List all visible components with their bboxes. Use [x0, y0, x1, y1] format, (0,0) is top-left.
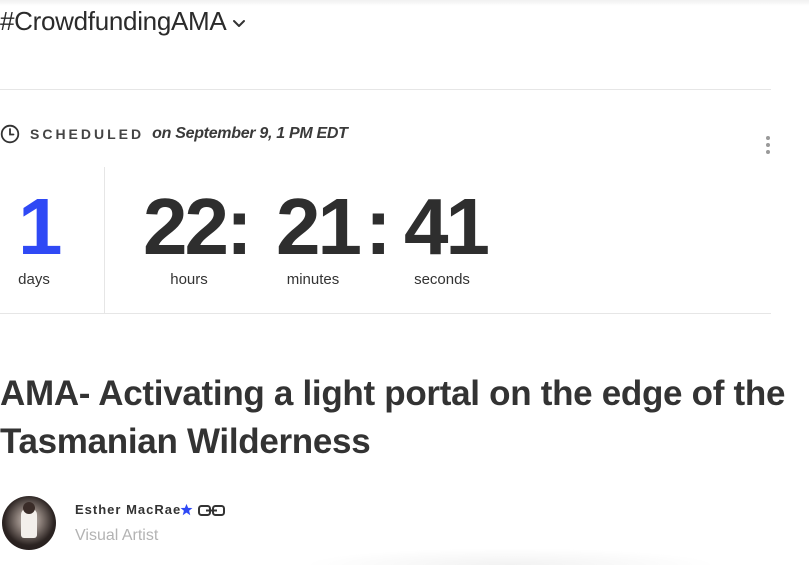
top-divider [0, 89, 771, 90]
countdown-hours-label: hours [170, 271, 208, 288]
chevron-down-icon [233, 19, 246, 27]
countdown-colon: : [365, 182, 392, 271]
event-title: AMA- Activating a light portal on the ed… [0, 374, 786, 461]
bottom-shadow [300, 548, 720, 565]
countdown-divider [0, 313, 771, 314]
countdown-days-value: 1 [18, 182, 62, 271]
countdown-minutes-label: minutes [286, 271, 340, 288]
countdown-seconds-value: 41 [404, 182, 490, 271]
countdown-separator-line [104, 167, 105, 313]
countdown-days-label: days [18, 271, 50, 288]
hashtag-label: #CrowdfundingAMA [0, 6, 227, 36]
hashtag-dropdown[interactable]: #CrowdfundingAMA [0, 6, 246, 37]
author-name[interactable]: Esther MacRae [75, 502, 181, 517]
author-avatar[interactable] [2, 496, 56, 550]
ama-event-page: #CrowdfundingAMA SCHEDULED on September … [0, 0, 809, 565]
countdown-seconds-label: seconds [414, 271, 470, 288]
scheduled-date: on September 9, 1 PM EDT [152, 125, 348, 142]
countdown-hours-value: 22: [143, 182, 253, 271]
avatar-head [23, 502, 35, 514]
more-vertical-icon[interactable] [764, 136, 772, 158]
countdown-minutes-value: 21 [276, 182, 362, 271]
scheduled-label: SCHEDULED [30, 126, 145, 142]
link-icon[interactable] [198, 505, 225, 516]
schedule-row: SCHEDULED on September 9, 1 PM EDT [0, 124, 348, 144]
clock-icon [0, 124, 20, 144]
star-icon [180, 503, 193, 516]
author-role: Visual Artist [75, 527, 159, 544]
